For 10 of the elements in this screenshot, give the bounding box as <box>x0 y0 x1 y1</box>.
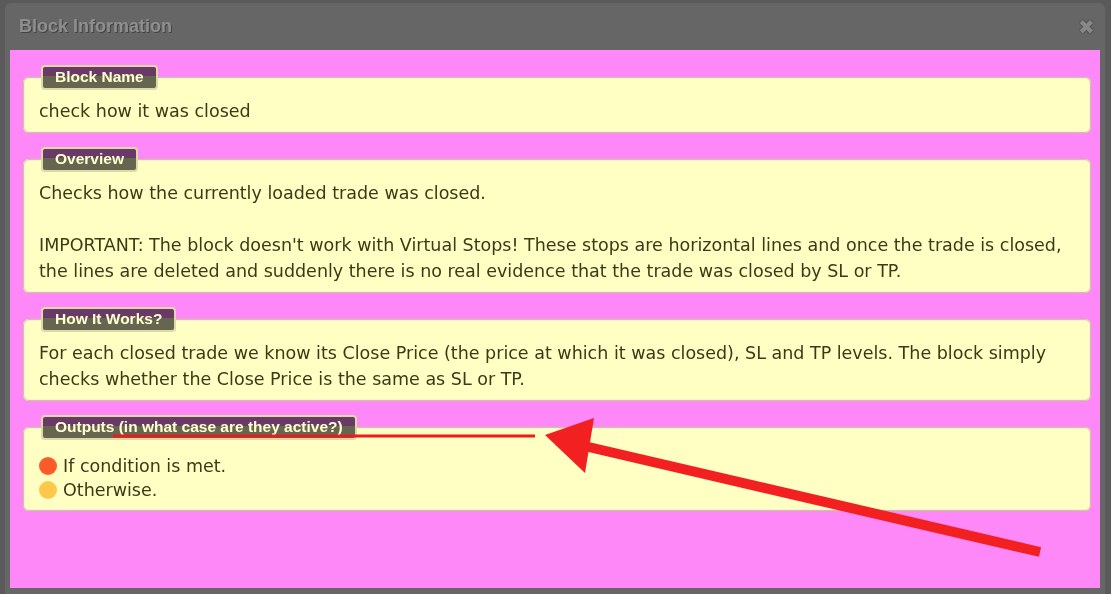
section-legend: How It Works? <box>41 307 177 332</box>
paragraph: For each closed trade we know its Close Price (the price at which it was closed), SL and TP levels. The block simply checks whether the Close Price is the same as SL or TP. <box>39 342 1048 391</box>
section-legend: Block Name <box>41 65 158 90</box>
paragraph: check how it was closed <box>39 100 252 123</box>
paragraph: IMPORTANT: The block doesn't work with Virtual Stops! These stops are horizontal lines and once the trade is closed, the lines are deleted and suddenly there is no real evidence that the trade was closed by SL or TP. <box>39 234 1063 283</box>
output-label: If condition is met. <box>63 455 227 478</box>
paragraph: Checks how the currently loaded trade was closed. <box>39 182 487 205</box>
close-icon[interactable]: ✖ <box>1078 16 1095 37</box>
output-label: Otherwise. <box>63 479 158 502</box>
section-legend: Overview <box>41 147 138 172</box>
